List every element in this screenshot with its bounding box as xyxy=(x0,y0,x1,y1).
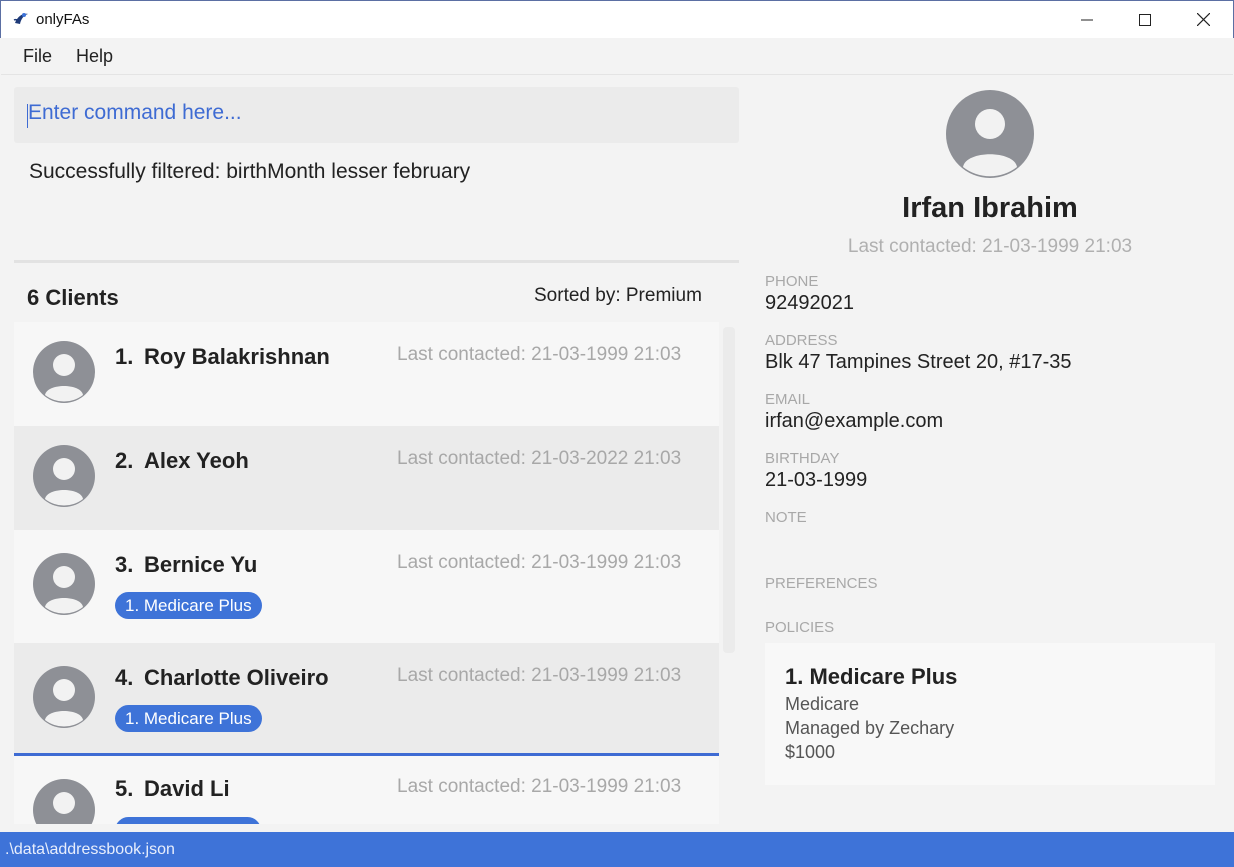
client-name: Alex Yeoh xyxy=(144,448,249,473)
minimize-icon xyxy=(1081,19,1093,20)
status-bar: .\data\addressbook.json xyxy=(0,832,1234,867)
command-box[interactable]: Enter command here... xyxy=(14,87,739,143)
client-card[interactable]: 1. Roy Balakrishnan Last contacted: 21-0… xyxy=(14,322,719,426)
maximize-button[interactable] xyxy=(1116,1,1174,38)
client-index: 5. xyxy=(115,776,134,801)
client-card[interactable]: 4. Charlotte Oliveiro Last contacted: 21… xyxy=(14,643,719,756)
email-label: EMAIL xyxy=(765,391,811,408)
client-last-contacted: Last contacted: 21-03-1999 21:03 xyxy=(397,665,682,686)
avatar-icon xyxy=(33,445,95,507)
clients-count: 6 Clients xyxy=(27,285,119,310)
client-name: Bernice Yu xyxy=(144,552,258,577)
avatar-icon xyxy=(33,553,95,615)
client-last-contacted: Last contacted: 21-03-1999 21:03 xyxy=(397,552,682,573)
app-logo-icon xyxy=(13,13,28,24)
maximize-icon xyxy=(1139,13,1151,26)
detail-last-contacted: Last contacted: 21-03-1999 21:03 xyxy=(847,236,1133,257)
policy-type: Medicare xyxy=(785,694,860,714)
policy-tag: 1. Medicare Plus xyxy=(115,705,262,732)
result-message: Successfully filtered: birthMonth lesser… xyxy=(29,160,471,183)
client-index: 4. xyxy=(115,665,134,690)
window-title: onlyFAs xyxy=(36,11,90,28)
menu-bar: File Help xyxy=(1,38,1233,75)
birthday-value: 21-03-1999 xyxy=(765,469,868,491)
section-divider xyxy=(14,260,739,263)
client-index: 1. xyxy=(115,344,134,369)
preferences-label: PREFERENCES xyxy=(765,575,878,592)
client-list[interactable]: 1. Roy Balakrishnan Last contacted: 21-0… xyxy=(14,322,719,824)
close-button[interactable] xyxy=(1174,1,1232,38)
client-name: Roy Balakrishnan xyxy=(144,344,330,369)
minimize-button[interactable] xyxy=(1058,1,1116,38)
client-index: 3. xyxy=(115,552,134,577)
detail-client-name: Irfan Ibrahim xyxy=(902,192,1078,224)
policy-tag: 1. Medicare Plus xyxy=(115,592,262,619)
phone-label: PHONE xyxy=(765,273,819,290)
address-label: ADDRESS xyxy=(765,332,838,349)
policy-premium: $1000 xyxy=(785,742,836,762)
policies-label: POLICIES xyxy=(765,619,835,636)
sort-indicator: Sorted by: Premium xyxy=(534,285,702,306)
phone-value: 92492021 xyxy=(765,292,854,314)
close-icon xyxy=(1196,13,1210,26)
client-name: Charlotte Oliveiro xyxy=(144,665,329,690)
detail-avatar-icon xyxy=(946,90,1034,178)
client-last-contacted: Last contacted: 21-03-1999 21:03 xyxy=(397,776,682,797)
menu-file[interactable]: File xyxy=(23,46,52,67)
client-index: 2. xyxy=(115,448,134,473)
command-input[interactable]: Enter command here... xyxy=(28,101,242,125)
client-card[interactable]: 5. David Li Last contacted: 21-03-1999 2… xyxy=(14,756,719,824)
policy-manager: Managed by Zechary xyxy=(785,718,955,738)
policy-tag xyxy=(115,817,261,824)
address-value: Blk 47 Tampines Street 20, #17-35 xyxy=(765,351,1072,373)
birthday-label: BIRTHDAY xyxy=(765,450,840,467)
text-caret xyxy=(27,104,28,128)
save-location: .\data\addressbook.json xyxy=(5,841,175,858)
client-card[interactable]: 2. Alex Yeoh Last contacted: 21-03-2022 … xyxy=(14,426,719,530)
policy-card: 1. Medicare Plus Medicare Managed by Zec… xyxy=(765,643,1215,785)
client-name: David Li xyxy=(144,776,230,801)
note-label: NOTE xyxy=(765,509,807,526)
avatar-icon xyxy=(33,341,95,403)
client-last-contacted: Last contacted: 21-03-2022 21:03 xyxy=(397,448,682,469)
client-last-contacted: Last contacted: 21-03-1999 21:03 xyxy=(397,344,682,365)
avatar-icon xyxy=(33,779,95,824)
menu-help[interactable]: Help xyxy=(76,46,113,67)
client-card[interactable]: 3. Bernice Yu Last contacted: 21-03-1999… xyxy=(14,530,719,643)
email-value: irfan@example.com xyxy=(765,410,944,432)
window-titlebar: onlyFAs xyxy=(0,0,1234,38)
list-scrollbar[interactable] xyxy=(723,327,735,653)
avatar-icon xyxy=(33,666,95,728)
policy-title: 1. Medicare Plus xyxy=(785,664,958,689)
